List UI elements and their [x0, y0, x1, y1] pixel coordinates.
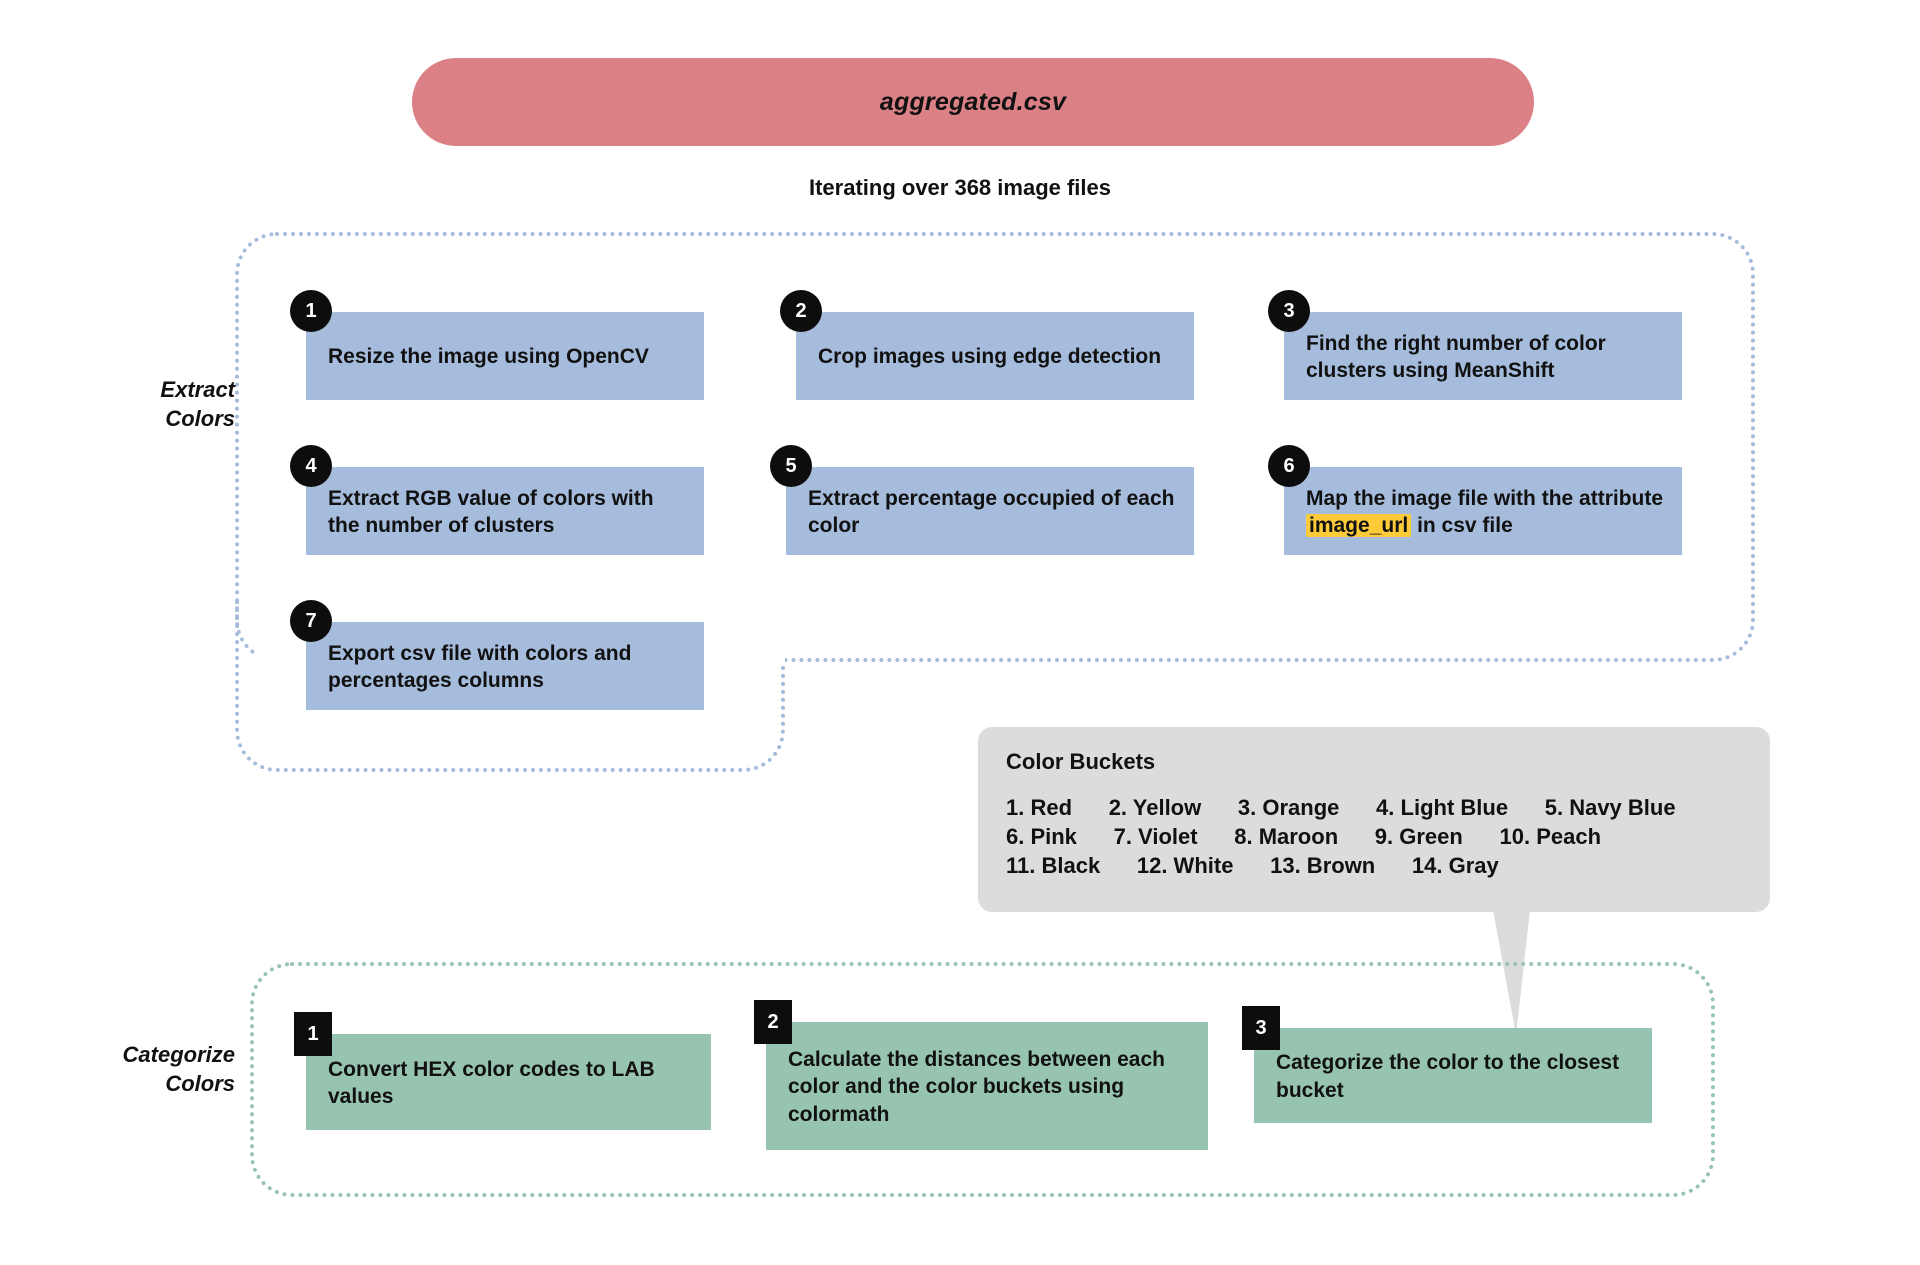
step-box-categorize-1: Convert HEX color codes to LAB values — [306, 1034, 711, 1130]
categorize-colors-section-label: Categorize Colors — [20, 1040, 235, 1098]
step-text-extract-3: Find the right number of color clusters … — [1306, 331, 1606, 382]
step-box-categorize-2: Calculate the distances between each col… — [766, 1022, 1208, 1150]
step-box-extract-4: Extract RGB value of colors with the num… — [306, 467, 704, 555]
extract-colors-group-outline — [235, 232, 1755, 662]
color-buckets-row-2: 6. Pink 7. Violet 8. Maroon 9. Green 10.… — [1006, 824, 1602, 850]
color-buckets-callout: Color Buckets 1. Red 2. Yellow 3. Orange… — [978, 727, 1770, 912]
extract-label-line2: Colors — [165, 406, 235, 432]
color-buckets-title: Color Buckets — [1006, 749, 1156, 774]
source-file-label: aggregated.csv — [879, 87, 1067, 116]
step-badge-extract-6: 6 — [1268, 445, 1310, 487]
step-box-extract-6: Map the image file with the attribute im… — [1284, 467, 1682, 555]
extract-label-line1: Extract — [160, 377, 235, 402]
step-badge-extract-2: 2 — [780, 290, 822, 332]
categorize-label-line2: Colors — [165, 1071, 235, 1097]
step-badge-extract-4: 4 — [290, 445, 332, 487]
color-buckets-row-1: 1. Red 2. Yellow 3. Orange 4. Light Blue… — [1006, 795, 1676, 820]
categorize-label-line1: Categorize — [122, 1042, 235, 1067]
step-box-extract-3: Find the right number of color clusters … — [1284, 312, 1682, 400]
step-badge-extract-5: 5 — [770, 445, 812, 487]
step-box-extract-2: Crop images using edge detection — [796, 312, 1194, 400]
step-badge-extract-3: 3 — [1268, 290, 1310, 332]
step-text-extract-6: Map the image file with the attribute im… — [1306, 485, 1664, 540]
step-text-categorize-3: Categorize the color to the closest buck… — [1276, 1051, 1620, 1102]
step-text-extract-5: Extract percentage occupied of each colo… — [808, 486, 1175, 537]
step-badge-extract-1: 1 — [290, 290, 332, 332]
step-box-extract-7: Export csv file with colors and percenta… — [306, 622, 704, 710]
color-buckets-row-3: 11. Black 12. White 13. Brown 14. Gray — [1006, 853, 1499, 879]
step-box-categorize-3: Categorize the color to the closest buck… — [1254, 1028, 1652, 1123]
step-text-categorize-1: Convert HEX color codes to LAB values — [328, 1057, 655, 1108]
step-text-extract-6-before: Map the image file with the attribute — [1306, 486, 1664, 510]
step-badge-categorize-2: 2 — [754, 1000, 792, 1044]
step-text-extract-2: Crop images using edge detection — [818, 345, 1162, 369]
diagram-canvas: aggregated.csv Iterating over 368 image … — [0, 0, 1920, 1265]
step-box-extract-5: Extract percentage occupied of each colo… — [786, 467, 1194, 555]
step-text-categorize-2: Calculate the distances between each col… — [788, 1048, 1165, 1126]
step-badge-categorize-1: 1 — [294, 1012, 332, 1056]
attribute-highlight-image-url: image_url — [1306, 514, 1412, 537]
source-file-pill: aggregated.csv — [412, 58, 1534, 146]
step-text-extract-7: Export csv file with colors and percenta… — [328, 641, 632, 692]
outline-mask-b — [781, 600, 791, 656]
step-text-extract-6-after: in csv file — [1417, 514, 1513, 537]
step-box-extract-1: Resize the image using OpenCV — [306, 312, 704, 400]
step-text-extract-4: Extract RGB value of colors with the num… — [328, 486, 654, 537]
step-text-extract-1: Resize the image using OpenCV — [328, 345, 649, 369]
step-badge-categorize-3: 3 — [1242, 1006, 1280, 1050]
step-badge-extract-7: 7 — [290, 600, 332, 642]
iteration-caption: Iterating over 368 image files — [808, 175, 1112, 200]
extract-colors-section-label: Extract Colors — [30, 375, 235, 433]
